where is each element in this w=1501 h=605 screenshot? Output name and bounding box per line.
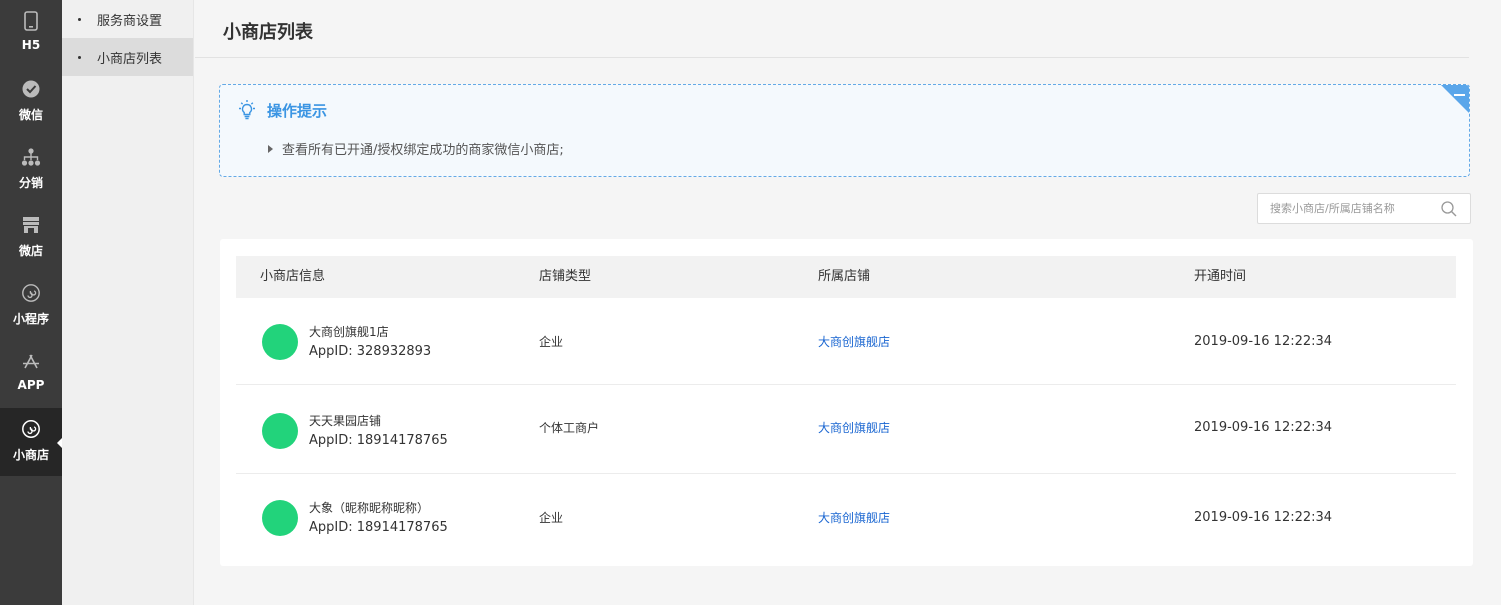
open-time: 2019-09-16 12:22:34 <box>1194 334 1333 349</box>
sidebar-item-app[interactable]: APP <box>0 340 62 408</box>
sidebar-item-h5[interactable]: H5 <box>0 0 62 68</box>
wechat-check-icon <box>20 78 42 100</box>
main-sidebar: H5 微信 分销 微店 小程序 APP 小商店 <box>0 0 63 605</box>
table-header: 小商店信息 店铺类型 所属店铺 开通时间 <box>236 256 1456 298</box>
submenu-label: 服务商设置 <box>97 13 163 29</box>
app-store-icon <box>20 350 42 372</box>
submenu-label: 小商店列表 <box>97 51 163 67</box>
open-time: 2019-09-16 12:22:34 <box>1194 420 1333 435</box>
shop-appid: AppID: 18914178765 <box>309 433 448 448</box>
submenu-item-provider-settings[interactable]: 服务商设置 <box>62 0 193 38</box>
search-icon[interactable] <box>1440 200 1458 218</box>
table-row: 大商创旗舰1店 AppID: 328932893 企业 大商创旗舰店 2019-… <box>236 299 1456 385</box>
shop-type: 个体工商户 <box>539 421 600 435</box>
sidebar-item-wechat[interactable]: 微信 <box>0 68 62 136</box>
sub-menu: 服务商设置 小商店列表 <box>62 0 194 605</box>
shop-appid: AppID: 18914178765 <box>309 520 448 535</box>
shop-name: 大商创旗舰1店 <box>309 325 389 339</box>
table-row: 大象（昵称昵称昵称） AppID: 18914178765 企业 大商创旗舰店 … <box>236 475 1456 561</box>
main-content: 小商店列表 操作提示 查看所有已开通/授权绑定成功的商家微信小商店; 搜索小商店… <box>195 0 1501 605</box>
avatar <box>262 500 298 536</box>
table-row: 天天果园店铺 AppID: 18914178765 个体工商户 大商创旗舰店 2… <box>236 388 1456 474</box>
title-divider <box>195 57 1469 58</box>
avatar <box>262 413 298 449</box>
column-header: 所属店铺 <box>818 269 871 284</box>
shop-table: 小商店信息 店铺类型 所属店铺 开通时间 大商创旗舰1店 AppID: 3289… <box>220 239 1473 566</box>
tips-header: 操作提示 <box>236 99 327 121</box>
submenu-item-mini-shop-list[interactable]: 小商店列表 <box>62 38 193 76</box>
page-title: 小商店列表 <box>223 22 313 43</box>
tips-title: 操作提示 <box>267 101 328 120</box>
sidebar-item-weidian[interactable]: 微店 <box>0 204 62 272</box>
sidebar-label: 分销 <box>18 176 43 190</box>
sidebar-label: 微店 <box>18 244 43 258</box>
column-header: 开通时间 <box>1194 269 1247 284</box>
collapse-tips-button[interactable] <box>1440 85 1469 114</box>
shop-type: 企业 <box>539 335 564 349</box>
sidebar-item-distribution[interactable]: 分销 <box>0 136 62 204</box>
bullet-icon <box>78 55 81 59</box>
search-input[interactable] <box>1258 202 1436 215</box>
sidebar-label: H5 <box>21 38 41 52</box>
store-link[interactable]: 大商创旗舰店 <box>818 475 890 561</box>
sidebar-item-mini-program[interactable]: 小程序 <box>0 272 62 340</box>
sidebar-label: 小程序 <box>12 312 49 326</box>
distribution-tree-icon <box>20 146 42 168</box>
mini-program-icon <box>20 282 42 304</box>
shop-type: 企业 <box>539 511 564 525</box>
sidebar-label: APP <box>17 378 45 392</box>
shop-name: 大象（昵称昵称昵称） <box>309 501 430 515</box>
open-time: 2019-09-16 12:22:34 <box>1194 510 1333 525</box>
column-header: 店铺类型 <box>539 269 592 284</box>
mini-shop-icon <box>20 418 42 440</box>
avatar <box>262 324 298 360</box>
sidebar-label: 微信 <box>18 108 43 122</box>
store-link[interactable]: 大商创旗舰店 <box>818 388 890 474</box>
store-link[interactable]: 大商创旗舰店 <box>818 299 890 385</box>
minus-icon <box>1441 85 1469 113</box>
sidebar-item-mini-shop[interactable]: 小商店 <box>0 408 63 476</box>
shop-appid: AppID: 328932893 <box>309 344 432 359</box>
sidebar-label: 小商店 <box>12 448 49 462</box>
tips-line: 查看所有已开通/授权绑定成功的商家微信小商店; <box>268 139 564 158</box>
lightbulb-icon <box>236 99 258 121</box>
tips-line-text: 查看所有已开通/授权绑定成功的商家微信小商店; <box>282 143 564 158</box>
bullet-icon <box>78 17 81 21</box>
phone-icon <box>20 10 42 32</box>
search-box <box>1257 193 1471 224</box>
caret-right-icon <box>268 144 273 153</box>
store-icon <box>20 214 42 236</box>
column-header: 小商店信息 <box>260 269 326 284</box>
shop-name: 天天果园店铺 <box>309 414 382 428</box>
tips-panel: 操作提示 查看所有已开通/授权绑定成功的商家微信小商店; <box>219 84 1470 177</box>
